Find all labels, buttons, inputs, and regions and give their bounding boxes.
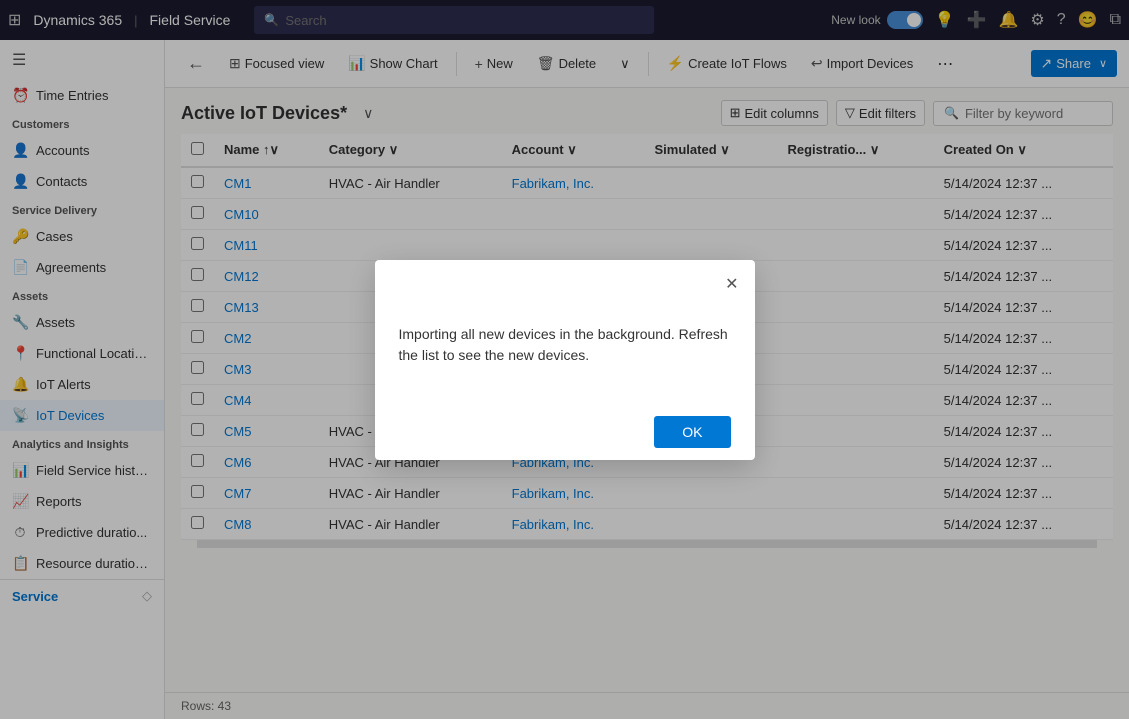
- modal-body: Importing all new devices in the backgro…: [375, 308, 755, 404]
- modal-ok-button[interactable]: OK: [654, 416, 730, 448]
- modal-dialog: ✕ Importing all new devices in the backg…: [375, 260, 755, 460]
- modal-header: ✕: [375, 260, 755, 308]
- modal-close-button[interactable]: ✕: [721, 270, 742, 298]
- close-icon: ✕: [725, 276, 738, 293]
- modal-message: Importing all new devices in the backgro…: [399, 324, 731, 366]
- modal-overlay[interactable]: ✕ Importing all new devices in the backg…: [0, 0, 1129, 719]
- modal-footer: OK: [375, 404, 755, 460]
